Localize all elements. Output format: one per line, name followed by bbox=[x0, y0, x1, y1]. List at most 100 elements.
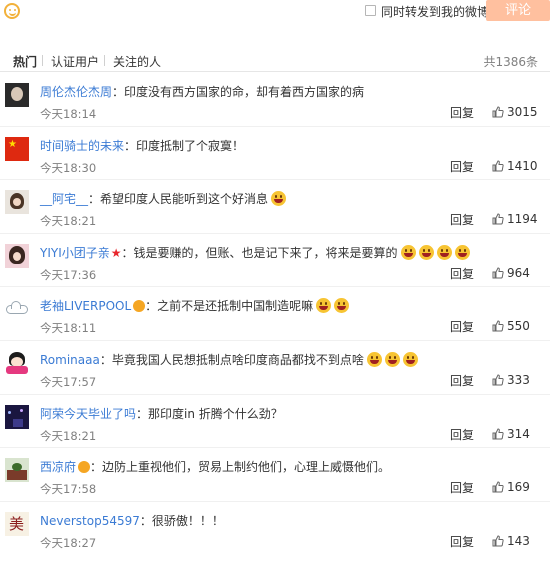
thumbs-up-icon bbox=[492, 320, 504, 332]
comment-item: 阿荣今天毕业了吗：那印度in 折腾个什么劲？ 今天18:21 回复 314 bbox=[0, 395, 550, 449]
thumbs-up-icon bbox=[492, 481, 504, 493]
thumbs-up-icon bbox=[492, 428, 504, 440]
comment-time: 今天18:11 bbox=[40, 321, 97, 336]
like-button[interactable]: 3015 bbox=[492, 105, 538, 119]
comment-item: ★ 时间骑士的未来：印度抵制了个寂寞！ 今天18:30 回复 1410 bbox=[0, 127, 550, 181]
emoji-icon bbox=[316, 298, 332, 314]
avatar[interactable] bbox=[5, 190, 29, 215]
like-button[interactable]: 964 bbox=[492, 266, 530, 280]
reply-button[interactable]: 回复 bbox=[450, 372, 474, 389]
comment-text: ：那印度in 折腾个什么劲？ bbox=[136, 406, 283, 421]
comment-username[interactable]: 周伦杰伦杰周 bbox=[40, 85, 112, 99]
like-count: 333 bbox=[507, 372, 530, 387]
member-star-icon: ★ bbox=[110, 245, 122, 260]
comment-text: ：希望印度人民能听到这个好消息 bbox=[88, 192, 269, 207]
emoji-icon bbox=[384, 351, 400, 367]
comment-list: 周伦杰伦杰周：印度没有西方国家的命，却有着西方国家的病 今天18:14 回复 3… bbox=[0, 73, 550, 555]
like-button[interactable]: 1410 bbox=[492, 159, 538, 173]
emoji-icon bbox=[436, 244, 452, 260]
like-count: 3015 bbox=[507, 105, 538, 119]
avatar[interactable] bbox=[5, 458, 29, 483]
like-count: 964 bbox=[507, 265, 530, 280]
comment-time: 今天17:57 bbox=[40, 374, 97, 389]
comment-item: 西凉府 ：边防上重视他们，贸易上制约他们，心理上威慑他们。 今天17:58 回复 … bbox=[0, 448, 550, 502]
vip-badge-icon bbox=[133, 300, 146, 313]
avatar[interactable]: ★ bbox=[5, 136, 29, 161]
reply-button[interactable]: 回复 bbox=[450, 318, 474, 335]
tab-divider bbox=[104, 55, 105, 66]
reply-button[interactable]: 回复 bbox=[450, 265, 474, 282]
repost-label[interactable]: 同时转发到我的微博 bbox=[381, 3, 489, 20]
comment-button[interactable]: 评论 bbox=[486, 0, 550, 21]
reply-button[interactable]: 回复 bbox=[450, 479, 474, 496]
thumbs-up-icon bbox=[492, 374, 504, 386]
comment-username[interactable]: 时间骑士的未来 bbox=[40, 139, 124, 153]
comment-username[interactable]: YIYI小团子亲 bbox=[40, 246, 110, 260]
like-count: 1410 bbox=[507, 158, 538, 173]
avatar[interactable] bbox=[5, 243, 29, 268]
thumbs-up-icon bbox=[492, 535, 504, 547]
repost-checkbox[interactable] bbox=[365, 5, 376, 16]
comment-username[interactable]: 西凉府 bbox=[40, 460, 76, 474]
comment-text: ：钱是要赚的，但账、也是记下来了，将来是要算的 bbox=[121, 245, 398, 260]
comment-time: 今天17:58 bbox=[40, 482, 97, 497]
thumbs-up-icon bbox=[492, 267, 504, 279]
thumbs-up-icon bbox=[492, 106, 504, 118]
comment-username[interactable]: 老袖LIVERPOOL bbox=[40, 299, 131, 313]
avatar[interactable] bbox=[5, 404, 29, 429]
comment-text: ：很骄傲！！！ bbox=[139, 513, 224, 528]
comment-item: __阿宅__：希望印度人民能听到这个好消息 今天18:21 回复 1194 bbox=[0, 180, 550, 234]
avatar[interactable]: 美 bbox=[5, 511, 29, 536]
comment-tabs: 热门 认证用户 关注的人 共1386条 bbox=[0, 34, 550, 72]
emoji-icon bbox=[418, 244, 434, 260]
comment-username[interactable]: 阿荣今天毕业了吗 bbox=[40, 407, 136, 421]
like-count: 550 bbox=[507, 319, 530, 334]
comment-item: YIYI小团子亲★：钱是要赚的，但账、也是记下来了，将来是要算的 今天17:36… bbox=[0, 234, 550, 288]
comment-username[interactable]: __阿宅__ bbox=[40, 192, 88, 206]
comment-time: 今天18:30 bbox=[40, 160, 97, 175]
comment-total-count: 共1386条 bbox=[483, 55, 538, 69]
like-count: 1194 bbox=[507, 212, 538, 227]
comment-time: 今天18:21 bbox=[40, 214, 97, 229]
thumbs-up-icon bbox=[492, 213, 504, 225]
comment-time: 今天17:36 bbox=[40, 267, 97, 282]
emoji-icon bbox=[454, 244, 470, 260]
like-button[interactable]: 314 bbox=[492, 427, 530, 441]
emoji-icon bbox=[366, 351, 382, 367]
reply-button[interactable]: 回复 bbox=[450, 104, 474, 121]
avatar[interactable] bbox=[5, 83, 29, 107]
comment-time: 今天18:27 bbox=[40, 535, 97, 550]
avatar[interactable] bbox=[5, 297, 29, 322]
tab-verified-users[interactable]: 认证用户 bbox=[51, 53, 99, 70]
emoji-icon bbox=[334, 298, 350, 314]
comment-text: ：之前不是还抵制中国制造呢嘛 bbox=[145, 299, 314, 314]
like-count: 143 bbox=[507, 533, 530, 548]
like-button[interactable]: 550 bbox=[492, 319, 530, 333]
comment-username[interactable]: Neverstop54597 bbox=[40, 514, 140, 528]
comment-text: ：印度抵制了个寂寞！ bbox=[124, 138, 245, 153]
like-count: 314 bbox=[507, 426, 530, 441]
like-button[interactable]: 143 bbox=[492, 534, 530, 548]
reply-button[interactable]: 回复 bbox=[450, 158, 474, 175]
like-button[interactable]: 1194 bbox=[492, 212, 538, 226]
comment-text: ：毕竟我国人民想抵制点啥印度商品都找不到点啥 bbox=[99, 352, 364, 367]
reply-button[interactable]: 回复 bbox=[450, 426, 474, 443]
comment-item: Rominaaa：毕竟我国人民想抵制点啥印度商品都找不到点啥 今天17:57 回… bbox=[0, 341, 550, 395]
smiley-icon[interactable] bbox=[4, 3, 20, 19]
comment-item: 老袖LIVERPOOL ：之前不是还抵制中国制造呢嘛 今天18:11 回复 550 bbox=[0, 287, 550, 341]
comment-username[interactable]: Rominaaa bbox=[40, 353, 100, 367]
comment-item: 周伦杰伦杰周：印度没有西方国家的命，却有着西方国家的病 今天18:14 回复 3… bbox=[0, 73, 550, 127]
avatar[interactable] bbox=[5, 350, 29, 375]
comment-text: ：印度没有西方国家的命，却有着西方国家的病 bbox=[112, 85, 365, 99]
comment-time: 今天18:21 bbox=[40, 428, 97, 443]
reply-button[interactable]: 回复 bbox=[450, 211, 474, 228]
tab-divider bbox=[42, 55, 43, 66]
vip-badge-icon bbox=[78, 461, 91, 474]
comment-item: 美 Neverstop54597：很骄傲！！！ 今天18:27 回复 143 bbox=[0, 502, 550, 556]
reply-button[interactable]: 回复 bbox=[450, 533, 474, 550]
tab-following[interactable]: 关注的人 bbox=[113, 53, 161, 70]
like-count: 169 bbox=[507, 480, 530, 495]
tab-hot[interactable]: 热门 bbox=[13, 53, 37, 70]
like-button[interactable]: 333 bbox=[492, 373, 530, 387]
like-button[interactable]: 169 bbox=[492, 480, 530, 494]
